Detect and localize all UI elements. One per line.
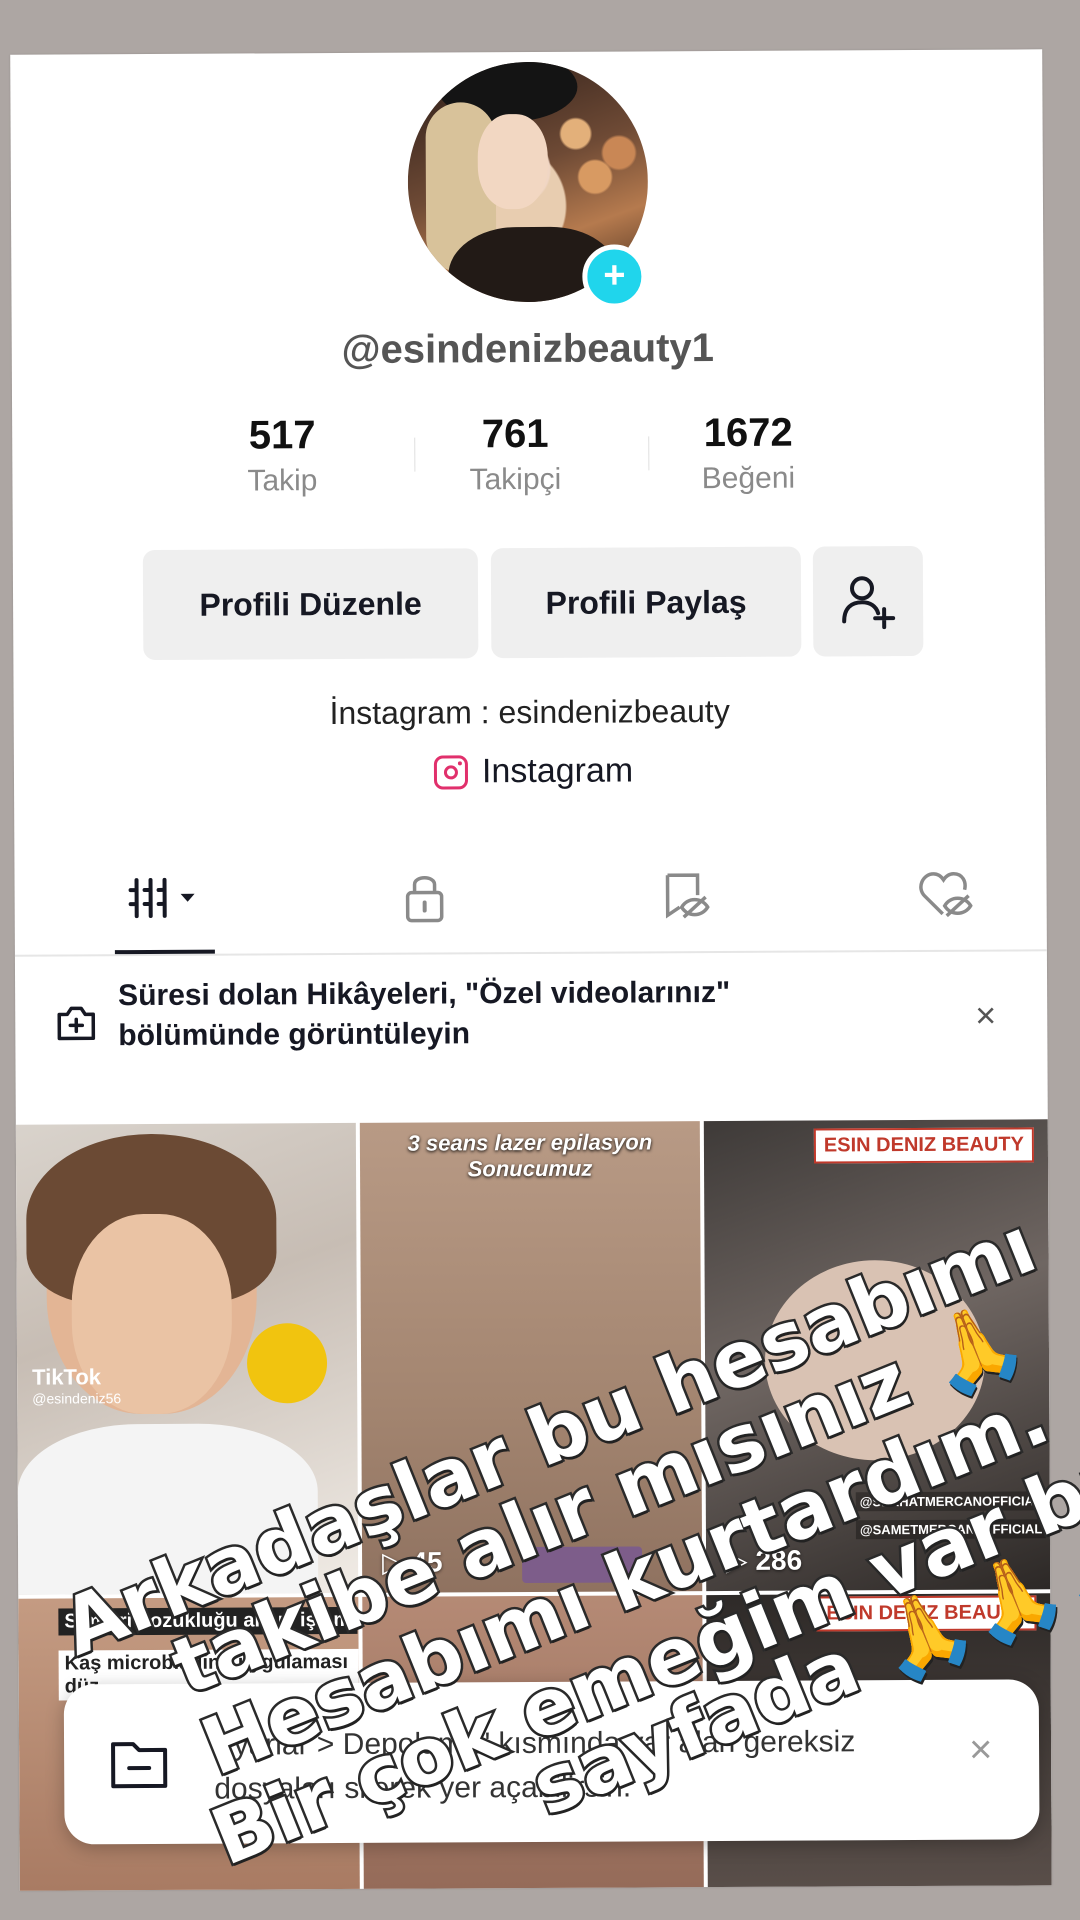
- following-label: Takip: [247, 464, 318, 498]
- likes-count: 1672: [703, 410, 793, 456]
- edit-profile-button[interactable]: Profili Düzenle: [142, 548, 479, 661]
- likes-label: Beğeni: [701, 461, 796, 496]
- close-icon[interactable]: ×: [975, 995, 996, 1037]
- camera-story-icon: [57, 1006, 96, 1041]
- followers-stat[interactable]: 761 Takipçi: [415, 412, 615, 498]
- followers-label: Takipçi: [469, 462, 562, 497]
- folder-icon: [111, 1742, 168, 1789]
- following-count: 517: [248, 413, 316, 458]
- instagram-link-label: Instagram: [481, 751, 634, 791]
- video-caption: 3 seans lazer epilasyon Sonucumuz: [407, 1129, 653, 1182]
- storage-toast: Ayarlar > Depolama" kısmında var alan ge…: [63, 1679, 1040, 1845]
- add-user-icon: [842, 576, 896, 630]
- add-story-icon[interactable]: +: [582, 244, 647, 309]
- instagram-icon: [433, 754, 469, 790]
- phone-screen: + @esindenizbeauty1 517 Takip 761 Takipç…: [10, 49, 1052, 1891]
- following-stat[interactable]: 517 Takip: [182, 413, 382, 499]
- notice-text: Süresi dolan Hikâyeleri, "Özel videoları…: [118, 975, 731, 1053]
- bio-text: İnstagram : esindenizbeauty: [329, 692, 730, 732]
- view-count: ▷ 286: [726, 1544, 803, 1576]
- instagram-link[interactable]: Instagram: [433, 751, 634, 791]
- view-count-value: 45: [411, 1546, 443, 1578]
- videos-grid-icon: [128, 877, 195, 919]
- video-thumbnail[interactable]: 3 seans lazer epilasyon Sonucumuz ▷ 45: [359, 1121, 703, 1593]
- video-caption: Simetri bozukluğu almış işlem: [58, 1606, 358, 1636]
- followers-count: 761: [481, 411, 549, 457]
- share-profile-button[interactable]: Profili Paylaş: [490, 546, 802, 659]
- liked-hidden-icon: [919, 872, 973, 918]
- add-friend-button[interactable]: [812, 545, 924, 657]
- tab-private[interactable]: [344, 842, 505, 953]
- watermark-user: @esindeniz56: [32, 1390, 122, 1407]
- toast-text: Ayarlar > Depolama" kısmında var alan ge…: [213, 1725, 856, 1806]
- saved-hidden-icon: [665, 873, 710, 919]
- brand-label: ESIN DENIZ BEAUTY: [816, 1595, 1037, 1632]
- tab-videos[interactable]: [84, 843, 245, 954]
- expired-stories-notice: Süresi dolan Hikâyeleri, "Özel videoları…: [15, 959, 1048, 1124]
- video-thumbnail[interactable]: ESIN DENIZ BEAUTY @SERHATMERCANOFFICIALL…: [703, 1119, 1051, 1592]
- mention-tag: @SAMETMERCAN_OFFICIAL: [855, 1519, 1047, 1540]
- profile-tabs: [14, 839, 1047, 957]
- mention-tag: @SERHATMERCANOFFICIALL: [855, 1491, 1051, 1512]
- username: @esindenizbeauty1: [341, 326, 715, 372]
- video-thumbnail[interactable]: TikTok @esindeniz56: [15, 1122, 359, 1595]
- likes-stat[interactable]: 1672 Beğeni: [648, 410, 848, 496]
- close-icon[interactable]: ×: [969, 1728, 993, 1773]
- view-count-value: 286: [755, 1544, 803, 1576]
- tab-saved[interactable]: [604, 841, 765, 952]
- tiktok-watermark: TikTok: [32, 1364, 102, 1390]
- lock-icon: [405, 876, 444, 923]
- tab-liked[interactable]: [864, 839, 1025, 950]
- view-count: ▷ 45: [382, 1546, 443, 1578]
- brand-label: ESIN DENIZ BEAUTY: [813, 1127, 1035, 1164]
